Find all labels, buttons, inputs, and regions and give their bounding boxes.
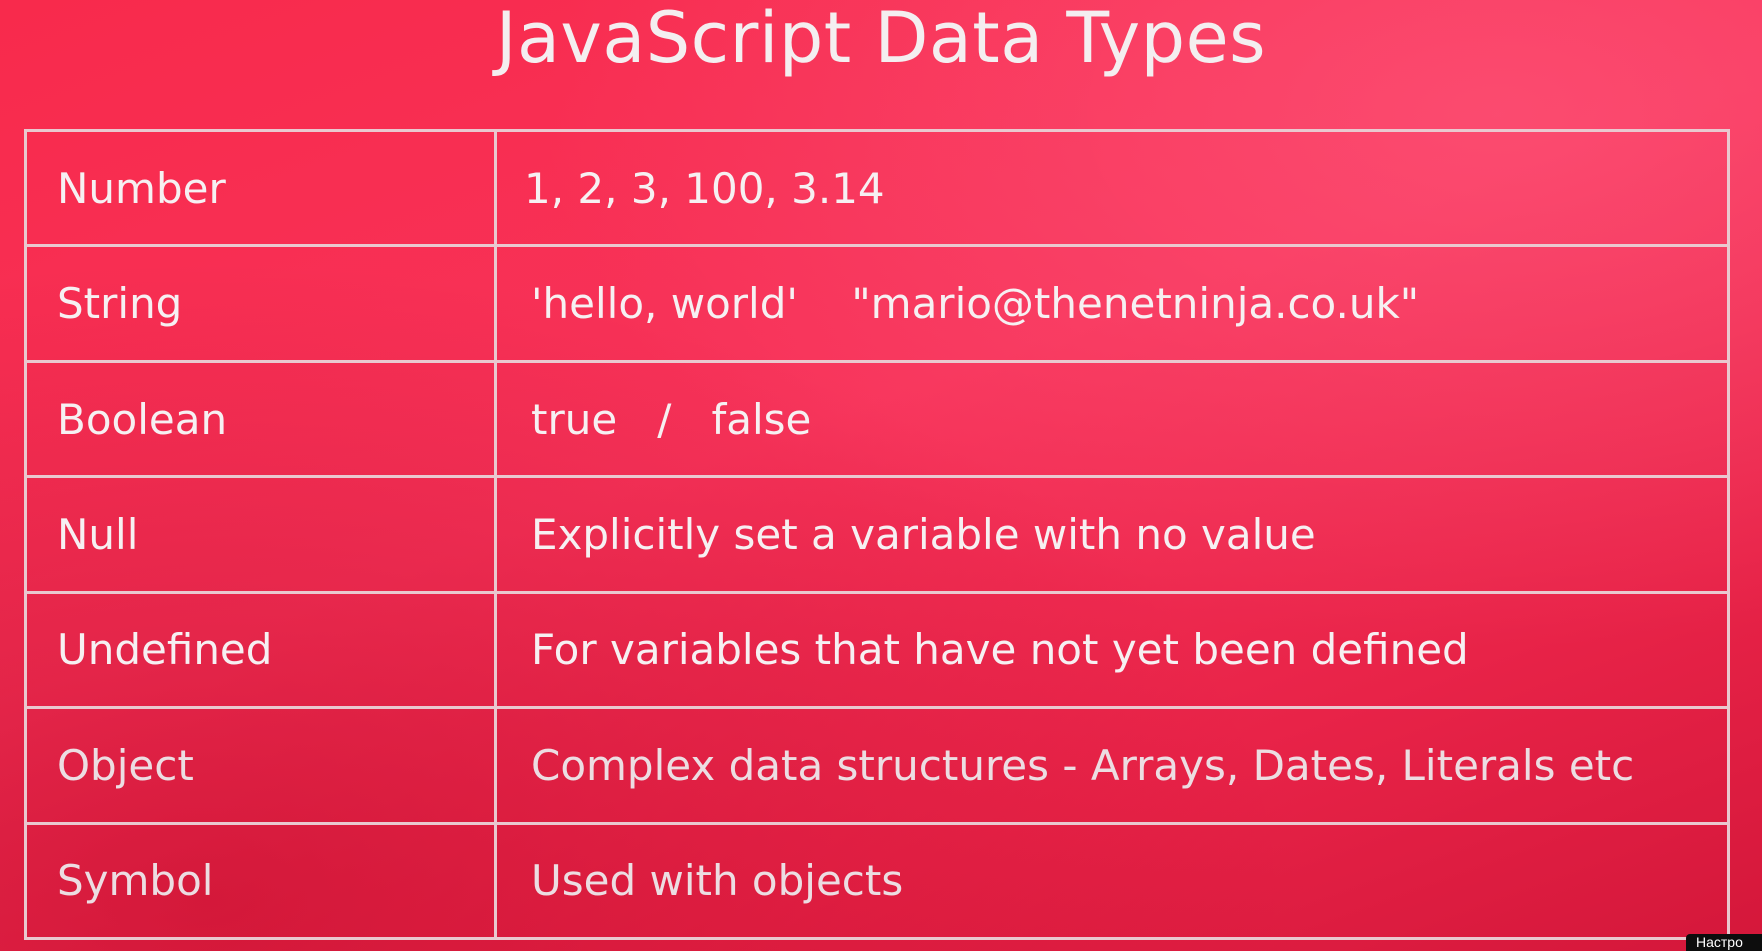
value-cell: Used with objects xyxy=(494,821,1730,941)
table-row: String 'hello, world' "mario@thenetninja… xyxy=(24,244,1730,363)
table-row: Null Explicitly set a variable with no v… xyxy=(24,475,1730,594)
type-cell: Undefined xyxy=(24,590,497,710)
value-cell: Complex data structures - Arrays, Dates,… xyxy=(494,706,1730,825)
type-cell: String xyxy=(24,244,497,363)
table-row: Undefined For variables that have not ye… xyxy=(24,590,1730,710)
value-cell: 1, 2, 3, 100, 3.14 xyxy=(494,128,1730,248)
value-cell: true / false xyxy=(494,359,1730,479)
table-row: Object Complex data structures - Arrays,… xyxy=(24,706,1730,825)
type-cell: Symbol xyxy=(24,821,497,941)
page-title: JavaScript Data Types xyxy=(495,0,1267,79)
value-cell: Explicitly set a variable with no value xyxy=(494,475,1730,594)
settings-badge[interactable]: Настро xyxy=(1686,934,1762,951)
data-types-table: Number 1, 2, 3, 100, 3.14 String 'hello,… xyxy=(24,128,1730,941)
type-cell: Boolean xyxy=(24,359,497,479)
table-row: Number 1, 2, 3, 100, 3.14 xyxy=(24,128,1730,248)
type-cell: Object xyxy=(24,706,497,825)
type-cell: Null xyxy=(24,475,497,594)
value-cell: For variables that have not yet been def… xyxy=(494,590,1730,710)
table-row: Boolean true / false xyxy=(24,359,1730,479)
type-cell: Number xyxy=(24,128,497,248)
table-row: Symbol Used with objects xyxy=(24,821,1730,941)
value-cell: 'hello, world' "mario@thenetninja.co.uk" xyxy=(494,244,1730,363)
